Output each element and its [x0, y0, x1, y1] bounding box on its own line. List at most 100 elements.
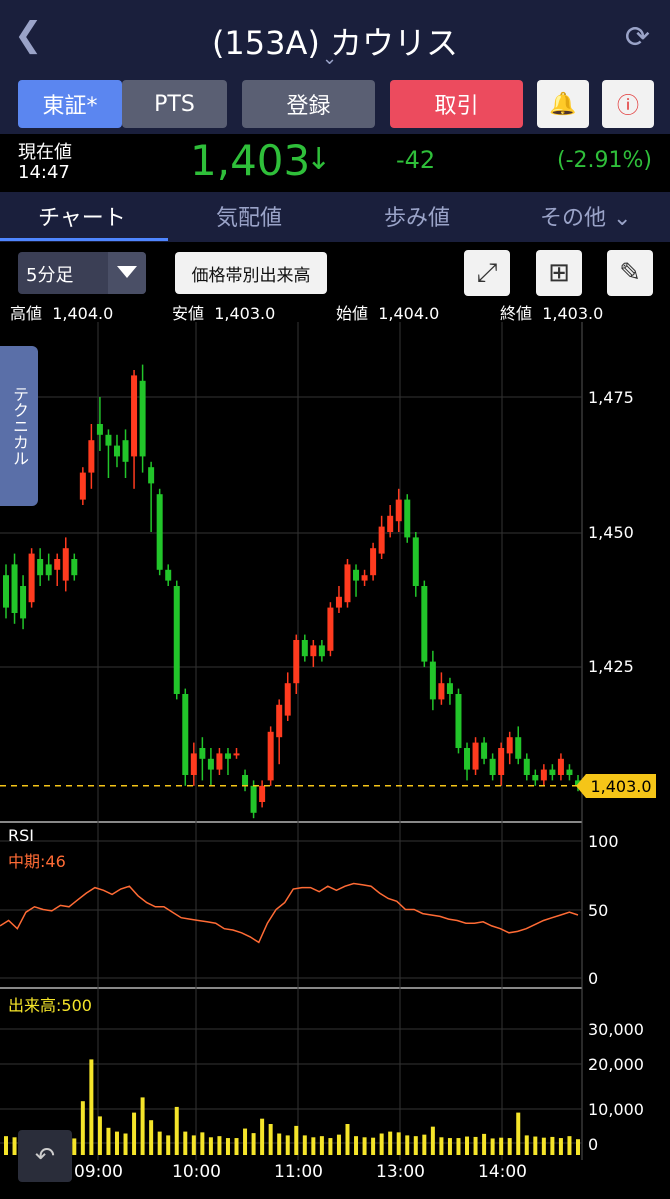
candle-body — [37, 559, 44, 576]
volume-bar — [132, 1112, 137, 1155]
volume-bar — [174, 1106, 179, 1155]
volume-bar — [328, 1138, 333, 1155]
volume-tick: 0 — [588, 1135, 599, 1154]
candle-body — [293, 640, 300, 684]
volume-bar — [285, 1135, 290, 1155]
candle-body — [71, 559, 78, 576]
rsi-label: RSI — [8, 826, 34, 845]
volume-bar — [567, 1136, 572, 1155]
volume-bar — [388, 1131, 393, 1155]
volume-tick: 20,000 — [588, 1055, 644, 1074]
candle-body — [387, 515, 394, 532]
volume-bar — [234, 1138, 239, 1155]
candle-body — [45, 564, 52, 576]
candle-body — [28, 553, 35, 603]
volume-bar — [140, 1097, 145, 1155]
candle-body — [173, 586, 180, 694]
volume-bar — [106, 1127, 111, 1155]
technical-tab[interactable]: テクニカル — [0, 346, 38, 506]
time-tick: 14:00 — [478, 1162, 527, 1182]
candle-body — [165, 569, 172, 581]
volume-bar — [413, 1136, 418, 1155]
volume-bar — [558, 1138, 563, 1155]
candle-body — [139, 380, 146, 457]
volume-bar — [4, 1136, 8, 1155]
volume-bar — [294, 1125, 299, 1155]
candle-body — [335, 596, 342, 608]
candle-body — [3, 575, 9, 608]
volume-bar — [260, 1118, 265, 1155]
candle-body — [224, 753, 231, 759]
volume-bar — [157, 1131, 162, 1155]
volume-bar — [447, 1138, 452, 1155]
volume-tick: 10,000 — [588, 1100, 644, 1119]
volume-bar — [80, 1101, 85, 1155]
candle-body — [207, 758, 214, 770]
candle-body — [216, 753, 223, 770]
candle-body — [455, 694, 462, 748]
volume-bar — [97, 1116, 102, 1155]
volume-bar — [465, 1136, 470, 1155]
price-tick: 1,450 — [588, 523, 634, 542]
volume-bar — [456, 1138, 461, 1155]
candle-body — [113, 445, 120, 457]
volume-bar — [311, 1137, 316, 1155]
candle-body — [378, 526, 385, 554]
volume-bar — [430, 1126, 435, 1155]
current-price-tag: 1,403.0 — [576, 774, 656, 798]
volume-bar — [516, 1112, 521, 1155]
volume-bar — [200, 1132, 205, 1155]
candle-body — [429, 661, 436, 700]
rsi-mid-label: 中期:46 — [8, 852, 66, 871]
candle-body — [404, 499, 411, 538]
volume-bar — [166, 1135, 171, 1155]
volume-label: 出来高:500 — [8, 996, 92, 1015]
volume-bar — [208, 1137, 213, 1155]
time-tick: 13:00 — [376, 1162, 425, 1182]
volume-bar — [89, 1059, 94, 1155]
volume-bar — [268, 1124, 273, 1155]
candle-body — [62, 548, 69, 581]
volume-bar — [473, 1136, 478, 1155]
volume-bar — [319, 1136, 324, 1155]
candle-body — [79, 472, 86, 500]
volume-bar — [277, 1133, 282, 1155]
time-tick: 11:00 — [274, 1162, 323, 1182]
volume-bar — [439, 1137, 444, 1155]
candle-body — [515, 737, 522, 759]
rsi-line — [0, 882, 579, 944]
candle-body — [131, 375, 138, 457]
volume-bar — [302, 1135, 307, 1155]
candle-body — [259, 785, 266, 802]
volume-bar — [225, 1138, 230, 1155]
candle-body — [148, 467, 155, 484]
volume-bar — [336, 1134, 341, 1155]
reset-zoom-icon[interactable]: ↶ — [18, 1130, 72, 1182]
candle-body — [464, 748, 471, 770]
candle-body — [344, 564, 351, 603]
candle-body — [242, 775, 249, 786]
candle-body — [361, 575, 368, 581]
candle-body — [96, 424, 103, 435]
volume-bar — [371, 1137, 376, 1155]
rsi-tick: 50 — [588, 901, 609, 920]
candle-body — [88, 440, 95, 473]
candle-body — [122, 440, 129, 462]
chart-canvas[interactable] — [0, 0, 670, 1199]
volume-bar — [499, 1137, 504, 1155]
volume-bar — [183, 1131, 188, 1155]
candle-body — [199, 748, 206, 759]
candle-body — [190, 753, 197, 775]
volume-bar — [379, 1133, 384, 1155]
candle-body — [540, 769, 547, 781]
rsi-tick: 100 — [588, 832, 619, 851]
volume-bar — [533, 1136, 538, 1155]
candle-body — [557, 758, 564, 775]
candle-body — [353, 569, 360, 581]
volume-bar — [217, 1136, 222, 1155]
volume-bar — [422, 1134, 427, 1155]
candle-body — [489, 758, 496, 775]
candle-body — [105, 434, 112, 446]
candle-body — [318, 645, 325, 657]
candle-body — [54, 559, 61, 570]
